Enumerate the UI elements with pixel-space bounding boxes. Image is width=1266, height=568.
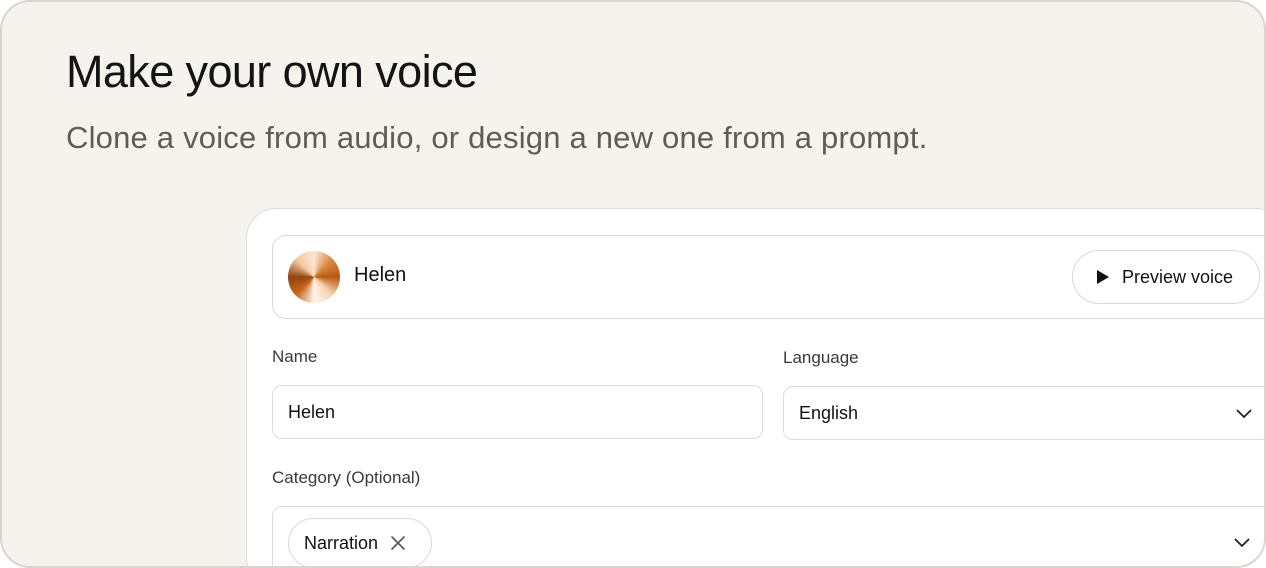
category-label: Category (Optional) — [272, 468, 421, 487]
feature-card: Make your own voice Clone a voice from a… — [0, 0, 1266, 568]
category-chip-label: Narration — [304, 532, 379, 553]
voice-card: Helen Preview voice — [272, 235, 1264, 319]
category-select[interactable]: Narration — [272, 506, 1264, 566]
name-label: Name — [272, 347, 318, 366]
language-select[interactable]: English — [783, 386, 1264, 440]
page-subtitle: Clone a voice from audio, or design a ne… — [66, 120, 928, 155]
category-chip[interactable]: Narration — [288, 518, 432, 566]
voice-name: Helen — [354, 264, 407, 286]
language-select-value: English — [799, 402, 859, 423]
chevron-down-icon — [1236, 409, 1252, 418]
preview-voice-button[interactable]: Preview voice — [1072, 250, 1260, 304]
voice-avatar — [288, 251, 340, 303]
page-title: Make your own voice — [66, 46, 478, 97]
language-label: Language — [783, 348, 859, 367]
close-icon[interactable] — [390, 535, 406, 551]
chevron-down-icon — [1234, 538, 1250, 547]
preview-voice-label: Preview voice — [1122, 266, 1234, 287]
play-icon — [1097, 270, 1109, 284]
voice-form-panel: Helen Preview voice Name Helen Language … — [246, 208, 1264, 566]
name-input-value: Helen — [288, 401, 336, 422]
name-input[interactable]: Helen — [272, 385, 763, 439]
